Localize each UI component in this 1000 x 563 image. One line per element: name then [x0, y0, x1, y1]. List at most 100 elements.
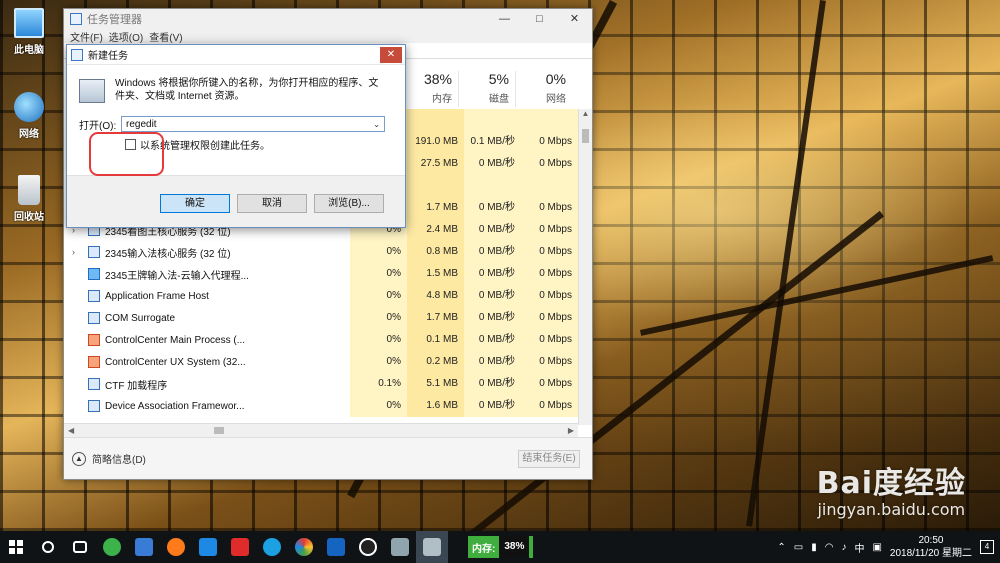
close-button[interactable]: ✕ — [557, 9, 592, 29]
process-name: COM Surrogate — [105, 312, 176, 324]
dialog-titlebar[interactable]: 新建任务 ✕ — [67, 45, 405, 65]
scroll-left-icon[interactable]: ◀ — [68, 426, 74, 435]
table-row[interactable]: CTF 加载程序 0.1% 5.1 MB 0 MB/秒 0 Mbps — [64, 373, 578, 395]
process-disk-cell: 0 MB/秒 — [464, 351, 521, 373]
taskbar-app-window[interactable] — [384, 531, 416, 563]
watermark-brand: Bai度经验 — [816, 466, 966, 501]
taskbar-app-red[interactable] — [224, 531, 256, 563]
horizontal-scrollbar[interactable]: ◀ ▶ — [64, 423, 578, 437]
fewer-details-toggle[interactable]: ▲ 简略信息(D) — [72, 451, 146, 466]
process-disk-cell: 0 MB/秒 — [464, 263, 521, 285]
battery-icon[interactable]: ▮ — [811, 542, 817, 553]
table-row[interactable]: COM Surrogate 0% 1.7 MB 0 MB/秒 0 Mbps — [64, 307, 578, 329]
ime-indicator[interactable]: 中 — [854, 540, 864, 555]
memory-usage-widget[interactable]: 内存: 38% — [468, 536, 534, 558]
system-tray: ⌃ ▭ ▮ ◠ ♪ 中 ▣ 20:50 2018/11/20 星期二 4 — [777, 534, 1000, 560]
table-row[interactable]: Device Association Framewor... 0% 1.6 MB 0 … — [64, 395, 578, 417]
wechat-icon — [103, 538, 121, 556]
process-net-cell: 0 Mbps — [521, 285, 578, 307]
menu-options[interactable]: 选项(O) — [109, 29, 143, 44]
checkbox-box[interactable] — [125, 139, 136, 150]
search-button[interactable] — [32, 531, 64, 563]
taskbar-app-ie[interactable] — [256, 531, 288, 563]
process-cpu-cell: 0% — [350, 351, 407, 373]
desktop-icon-label: 此电脑 — [14, 45, 44, 56]
menu-file[interactable]: 文件(F) — [70, 29, 103, 44]
table-row[interactable]: ControlCenter UX System (32... 0% 0.2 MB 0 … — [64, 351, 578, 373]
process-mem-cell: 2.4 MB — [407, 219, 464, 241]
task-manager-titlebar[interactable]: 任务管理器 — □ ✕ — [64, 9, 592, 29]
network-globe-icon — [14, 92, 44, 122]
notification-center-button[interactable]: 4 — [980, 540, 994, 554]
scroll-up-icon[interactable]: ▲ — [579, 109, 592, 123]
admin-privileges-checkbox[interactable]: 以系统管理权限创建此任务。 — [125, 137, 391, 152]
taskbar-app-blue[interactable] — [192, 531, 224, 563]
taskbar-app-task-manager[interactable] — [416, 531, 448, 563]
table-row[interactable]: › 2345输入法核心服务 (32 位) 0% 0.8 MB 0 MB/秒 0 Mbps — [64, 241, 578, 263]
computer-icon — [14, 8, 44, 38]
hscroll-thumb[interactable] — [214, 427, 225, 434]
open-combobox[interactable]: regedit ⌄ — [121, 116, 385, 132]
process-mem-cell: 0.1 MB — [407, 329, 464, 351]
user-icon[interactable]: ▣ — [872, 542, 881, 553]
dialog-close-button[interactable]: ✕ — [380, 46, 402, 63]
cancel-button[interactable]: 取消 — [237, 194, 307, 213]
app-icon — [199, 538, 217, 556]
process-net-cell: 0 Mbps — [521, 263, 578, 285]
chevron-up-icon[interactable]: ⌃ — [777, 542, 785, 553]
memory-label: 内存 — [432, 94, 452, 105]
minimize-button[interactable]: — — [487, 9, 522, 29]
ok-button[interactable]: 确定 — [160, 194, 230, 213]
taskbar-app-colorful[interactable] — [288, 531, 320, 563]
volume-icon[interactable]: ♪ — [841, 542, 846, 553]
process-icon — [88, 400, 100, 412]
dialog-button-bar: 确定 取消 浏览(B)... — [67, 175, 405, 227]
column-network[interactable]: 0% 网络 — [515, 71, 572, 107]
table-row[interactable]: 2345王牌输入法-云输入代理程... 0% 1.5 MB 0 MB/秒 0 Mbps — [64, 263, 578, 285]
desktop-icon-recycle-bin[interactable]: 回收站 — [6, 175, 52, 223]
clock-time: 20:50 — [918, 535, 944, 546]
memory-usage-value: 38% — [499, 536, 530, 558]
process-mem-cell: 1.7 MB — [407, 197, 464, 219]
wifi-icon[interactable]: ◠ — [825, 542, 834, 553]
scroll-right-icon[interactable]: ▶ — [568, 426, 574, 435]
column-memory[interactable]: 38% 内存 — [401, 71, 458, 107]
process-disk-cell — [464, 175, 521, 197]
process-cpu-cell: 0% — [350, 285, 407, 307]
taskbar-app-feather[interactable] — [128, 531, 160, 563]
table-row[interactable]: Application Frame Host 0% 4.8 MB 0 MB/秒 0 Mb… — [64, 285, 578, 307]
process-icon — [88, 356, 100, 368]
browse-button[interactable]: 浏览(B)... — [314, 194, 384, 213]
maximize-button[interactable]: □ — [522, 9, 557, 29]
process-cpu-cell: 0% — [350, 307, 407, 329]
process-name: Device Association Framewor... — [105, 400, 245, 412]
clock-date: 2018/11/20 星期二 — [889, 548, 972, 559]
disk-percent: 5% — [488, 71, 509, 87]
scroll-thumb[interactable] — [582, 129, 589, 143]
process-mem-cell — [407, 175, 464, 197]
taskbar-app-qq[interactable] — [352, 531, 384, 563]
process-disk-cell: 0 MB/秒 — [464, 373, 521, 395]
column-disk[interactable]: 5% 磁盘 — [458, 71, 515, 107]
task-manager-title: 任务管理器 — [87, 14, 142, 26]
desktop-icon-this-pc[interactable]: 此电脑 — [6, 8, 52, 56]
task-manager-footer: ▲ 简略信息(D) 结束任务(E) — [64, 437, 592, 479]
task-manager-icon — [423, 538, 441, 556]
menu-view[interactable]: 查看(V) — [149, 29, 182, 44]
desktop-icon-network[interactable]: 网络 — [6, 92, 52, 140]
task-manager-app-icon — [70, 13, 82, 25]
chevron-down-icon[interactable]: ⌄ — [373, 120, 380, 129]
taskbar-app-store[interactable] — [320, 531, 352, 563]
table-row[interactable]: ControlCenter Main Process (... 0% 0.1 MB 0… — [64, 329, 578, 351]
task-view-button[interactable] — [64, 531, 96, 563]
display-icon[interactable]: ▭ — [794, 542, 803, 553]
end-task-button[interactable]: 结束任务(E) — [518, 449, 580, 468]
vertical-scrollbar[interactable]: ▲ — [578, 109, 592, 425]
start-button[interactable] — [0, 531, 32, 563]
clock[interactable]: 20:50 2018/11/20 星期二 — [890, 534, 972, 560]
process-cpu-cell: 0% — [350, 263, 407, 285]
open-input-value[interactable]: regedit — [126, 119, 157, 130]
taskbar-app-wechat[interactable] — [96, 531, 128, 563]
expand-chevron-icon[interactable]: › — [72, 247, 84, 257]
taskbar-app-headphones[interactable] — [160, 531, 192, 563]
